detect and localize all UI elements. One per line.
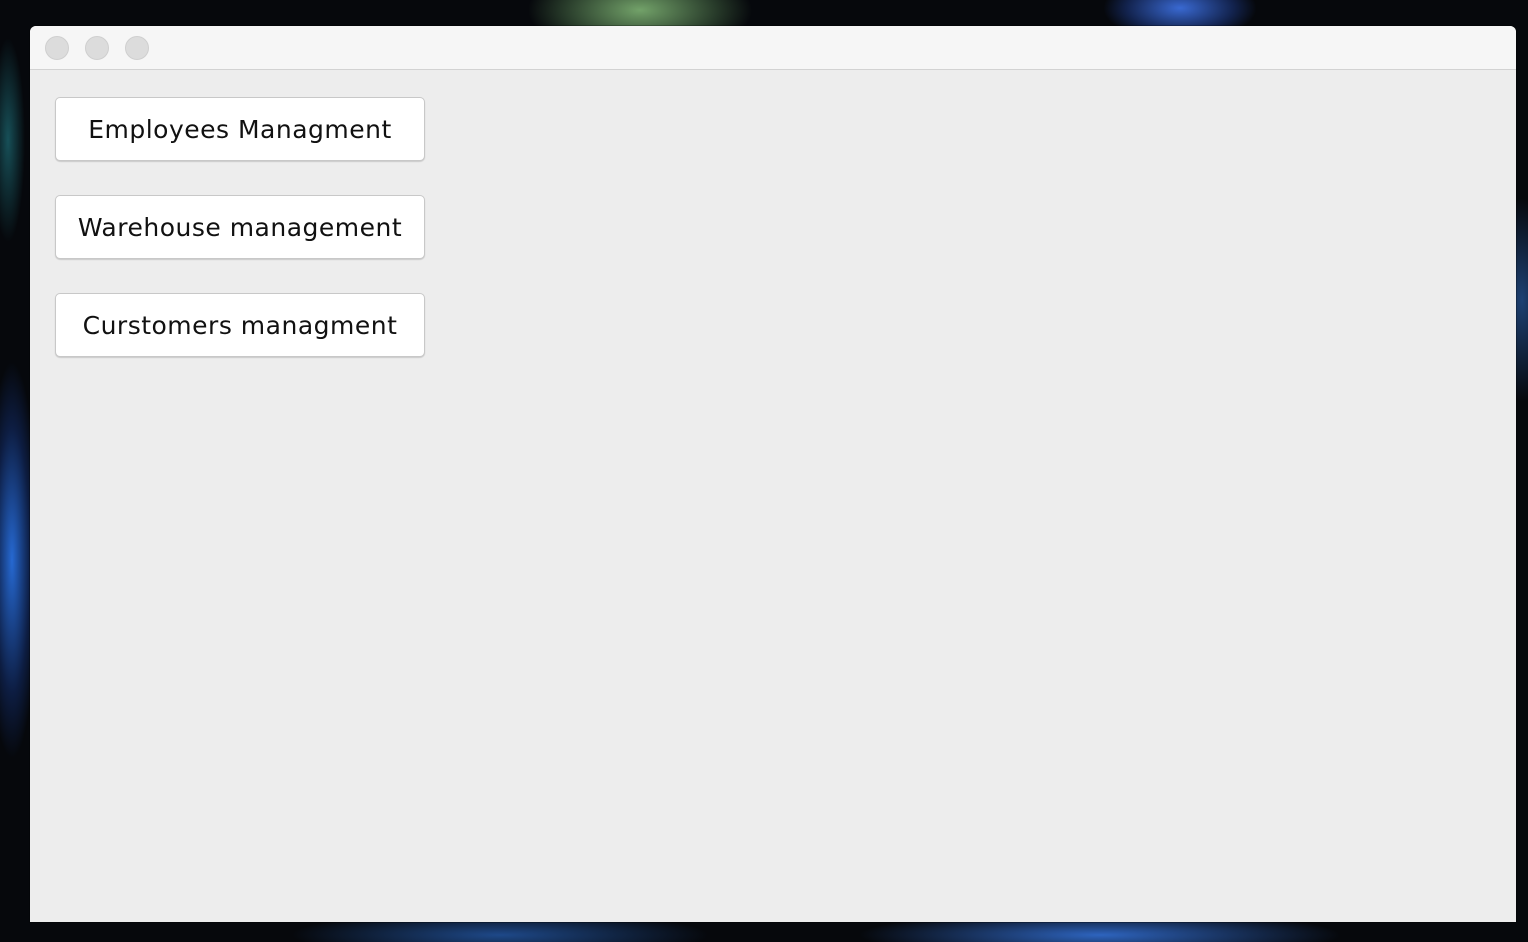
app-window: Employees Managment Warehouse management… (30, 26, 1516, 922)
zoom-window-button[interactable] (125, 36, 149, 60)
employees-management-button[interactable]: Employees Managment (55, 97, 425, 161)
warehouse-management-button[interactable]: Warehouse management (55, 195, 425, 259)
warehouse-management-label: Warehouse management (77, 212, 403, 242)
customers-management-button[interactable]: Curstomers managment (55, 293, 425, 357)
employees-management-label: Employees Managment (88, 114, 392, 144)
minimize-window-button[interactable] (85, 36, 109, 60)
close-window-button[interactable] (45, 36, 69, 60)
customers-management-label: Curstomers managment (82, 310, 398, 340)
title-bar[interactable] (30, 26, 1516, 70)
